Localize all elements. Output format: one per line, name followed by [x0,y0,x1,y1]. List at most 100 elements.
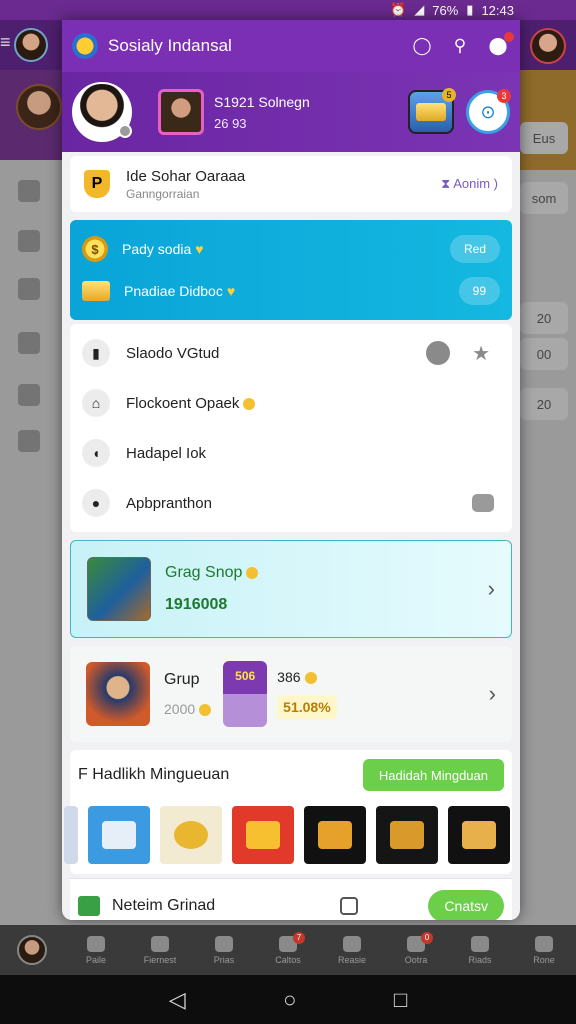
cup-icon[interactable] [340,896,359,915]
nav-item[interactable]: 7 Caltos [256,931,320,965]
nav-item[interactable]: Paile [64,935,128,965]
reward-item[interactable] [64,806,78,864]
game-title-text: Grag Snop [165,564,243,581]
notification-badge [504,32,514,42]
message-icon[interactable] [472,494,494,512]
system-nav-bar: ◁ ○ □ [0,975,576,1024]
reward-item[interactable] [160,806,222,864]
profile-thumbnail[interactable] [158,89,204,135]
nav-label: Ootra [404,954,428,965]
panel-title: Sosialy Indansal [108,36,232,55]
wallet-row[interactable]: Pnadiae Didboc ♥ 99 [82,270,500,312]
game-title: Grag Snop [165,564,488,582]
coin-icon: $ [82,236,108,262]
background-right-item: Eus [520,122,568,154]
background-icon [18,384,40,406]
menu-item[interactable]: ⌂ Flockoent Opaek [70,378,512,428]
game-card[interactable]: Grag Snop 1916008 › [70,540,512,638]
calendar-icon [343,935,361,952]
recents-square-icon[interactable]: □ [394,987,407,1013]
home-icon [87,935,105,952]
background-right-panel [520,70,576,170]
nav-item[interactable]: Prias [192,935,256,965]
rewards-carousel[interactable] [64,800,512,874]
bottom-nav: Paile Fiernest Prias 7 Caltos Reasie 0 Oot… [0,925,576,975]
reward-item[interactable] [376,806,438,864]
group-stat-bottom: 51.08% [277,695,337,719]
wallet-row-label: Pady sodia ♥ [122,241,450,257]
store-action[interactable]: ⧗ Aonim ) [441,176,498,192]
treasure-badge: 5 [442,88,456,102]
heart-icon: ♥ [195,241,204,257]
wallet-card: $ Pady sodia ♥ Red Pnadiae Didboc ♥ 99 [70,220,512,320]
box-icon [102,821,136,849]
location-button[interactable]: ⊙ 3 [466,89,511,134]
back-triangle-icon[interactable]: ◁ [169,987,186,1013]
status-bar: ⏰ ◢ 76% ▮ 12:43 [0,0,576,20]
nav-item[interactable]: 0 Ootra [384,931,448,965]
group-stats: 386 51.08% [277,669,489,719]
group-title: Grup [164,671,200,688]
reward-item[interactable] [232,806,294,864]
nav-item-profile[interactable] [0,935,64,965]
store-text: Ide Sohar Oaraaa Ganngorraian [126,168,441,201]
footer-button[interactable]: Cnatsv [428,889,504,920]
menu-item[interactable]: ▮ Slaodo VGtud ★ [70,328,512,378]
wallet-row-pill[interactable]: Red [449,235,500,263]
wallet-row-pill[interactable]: 99 [458,277,500,305]
rewards-button[interactable]: Hadidah Mingduan [362,759,504,791]
menu-item-label: Hadapel Iok [126,444,207,462]
background-right-item: som [520,182,568,214]
menu-item[interactable]: ● Apbpranthon [70,478,512,528]
nav-label: Prias [213,954,235,965]
gold-box-icon [390,821,424,849]
bell-icon: 7 [279,931,305,952]
reward-item[interactable] [304,806,366,864]
nav-badge: 0 [421,931,433,944]
settings-icon[interactable] [426,341,451,365]
rewards-prefix: F [78,766,88,783]
reward-item[interactable] [88,806,150,864]
shield-icon: P [84,170,110,198]
search-icon[interactable]: ⚲ [448,34,472,58]
nav-item[interactable]: Riads [448,935,512,965]
nav-item[interactable]: Rone [512,935,576,965]
chat-icon[interactable]: ◯ [410,34,434,58]
gold-bars-icon [416,103,446,121]
background-avatar [14,28,48,62]
camera-icon[interactable] [118,124,132,138]
background-icon [18,278,40,300]
chevron-right-icon: › [487,576,495,601]
chest-icon [462,821,496,849]
nav-badge: 7 [293,931,305,944]
store-row[interactable]: P Ide Sohar Oaraaa Ganngorraian ⧗ Aonim … [70,156,512,212]
signal-icon: ◢ [414,2,425,17]
group-info: Grup 2000 [164,671,212,717]
group-card[interactable]: Grup 2000 506 386 51.08% › [70,646,512,742]
gift-icon [318,821,352,849]
game-thumbnail [87,557,151,621]
location-pin-icon: ⊙ [480,101,496,122]
battery-level: 76% [432,2,459,18]
background-user-avatar [530,28,566,64]
background-profile-avatar [16,84,62,130]
profile-avatar[interactable] [72,82,132,142]
star-icon[interactable]: ★ [472,341,490,366]
menu-item[interactable]: ◖ Hadapel Iok [70,428,512,478]
nav-item[interactable]: Fiernest [128,935,192,965]
menu-panel: Sosialy Indansal ◯ ⚲ ⬤ S1921 Solnegn 26 … [62,20,520,920]
wallet-row[interactable]: $ Pady sodia ♥ Red [82,228,500,270]
location-badge: 3 [497,89,511,103]
nav-item[interactable]: Reasie [320,935,384,965]
reward-item[interactable] [448,806,510,864]
nav-label: Riads [468,954,492,965]
home-circle-icon[interactable]: ○ [283,987,296,1013]
nav-label: Rone [533,954,555,965]
clock: 12:43 [481,2,514,18]
profile-id: 26 93 [214,115,247,131]
gold-stack-icon [82,281,110,301]
notification-icon[interactable]: ⬤ [486,32,514,58]
treasure-button[interactable]: 5 [408,88,456,134]
coin-icon [199,704,212,717]
wallet-icon [78,895,100,916]
